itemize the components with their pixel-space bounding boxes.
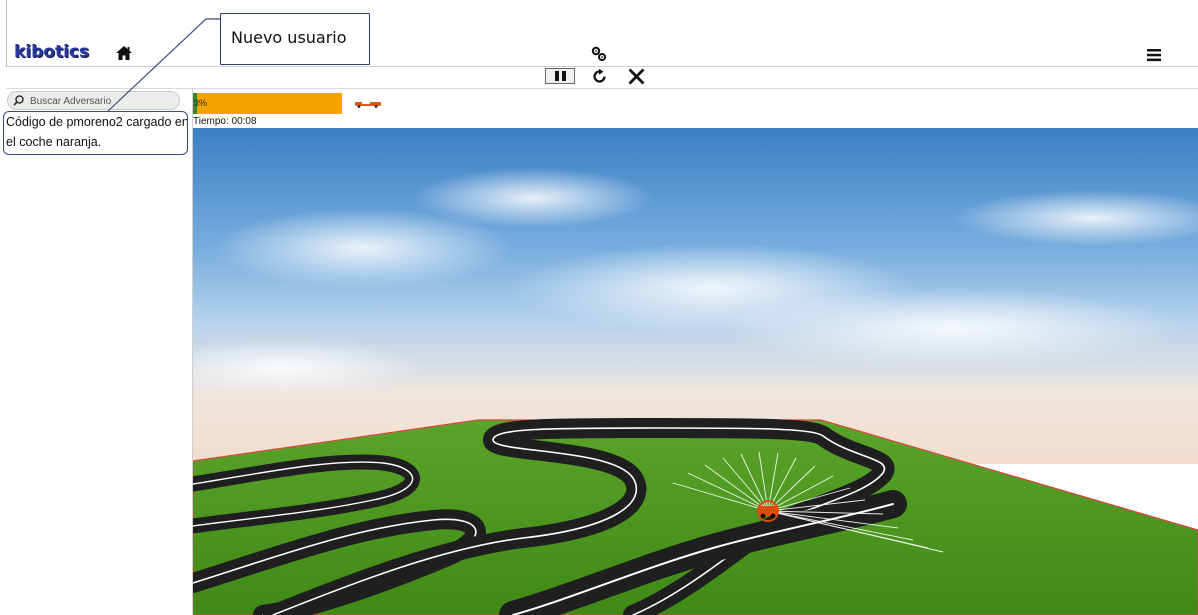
- close-icon[interactable]: [628, 68, 645, 85]
- new-user-callout: Nuevo usuario: [220, 13, 370, 65]
- search-icon: [13, 95, 24, 106]
- pause-button[interactable]: [545, 68, 575, 84]
- pause-icon-bar: [562, 71, 566, 81]
- home-icon[interactable]: [115, 45, 133, 61]
- simulation-3d-view[interactable]: [193, 128, 1198, 615]
- top-navbar: kibotics: [0, 0, 1198, 66]
- progress-bar: 3%: [193, 93, 342, 114]
- sidebar: Código de pmoreno2 cargado en el coche n…: [6, 89, 193, 615]
- reset-icon[interactable]: [591, 68, 608, 85]
- gears-icon[interactable]: [591, 46, 607, 62]
- kibotics-logo[interactable]: kibotics: [14, 42, 89, 62]
- page-left-border: [6, 0, 7, 66]
- console-message: Código de pmoreno2 cargado en el coche n…: [6, 115, 189, 149]
- search-input[interactable]: [28, 93, 178, 110]
- progress-label: 3%: [194, 98, 208, 108]
- simulation-controls: [0, 67, 1198, 88]
- race-timer: Tiempo: 00:08: [193, 116, 257, 127]
- pause-icon-bar: [555, 71, 559, 81]
- hamburger-menu-icon[interactable]: [1147, 48, 1161, 62]
- car-thumbnail-icon: [355, 101, 381, 108]
- search-opponent-field[interactable]: [7, 91, 180, 110]
